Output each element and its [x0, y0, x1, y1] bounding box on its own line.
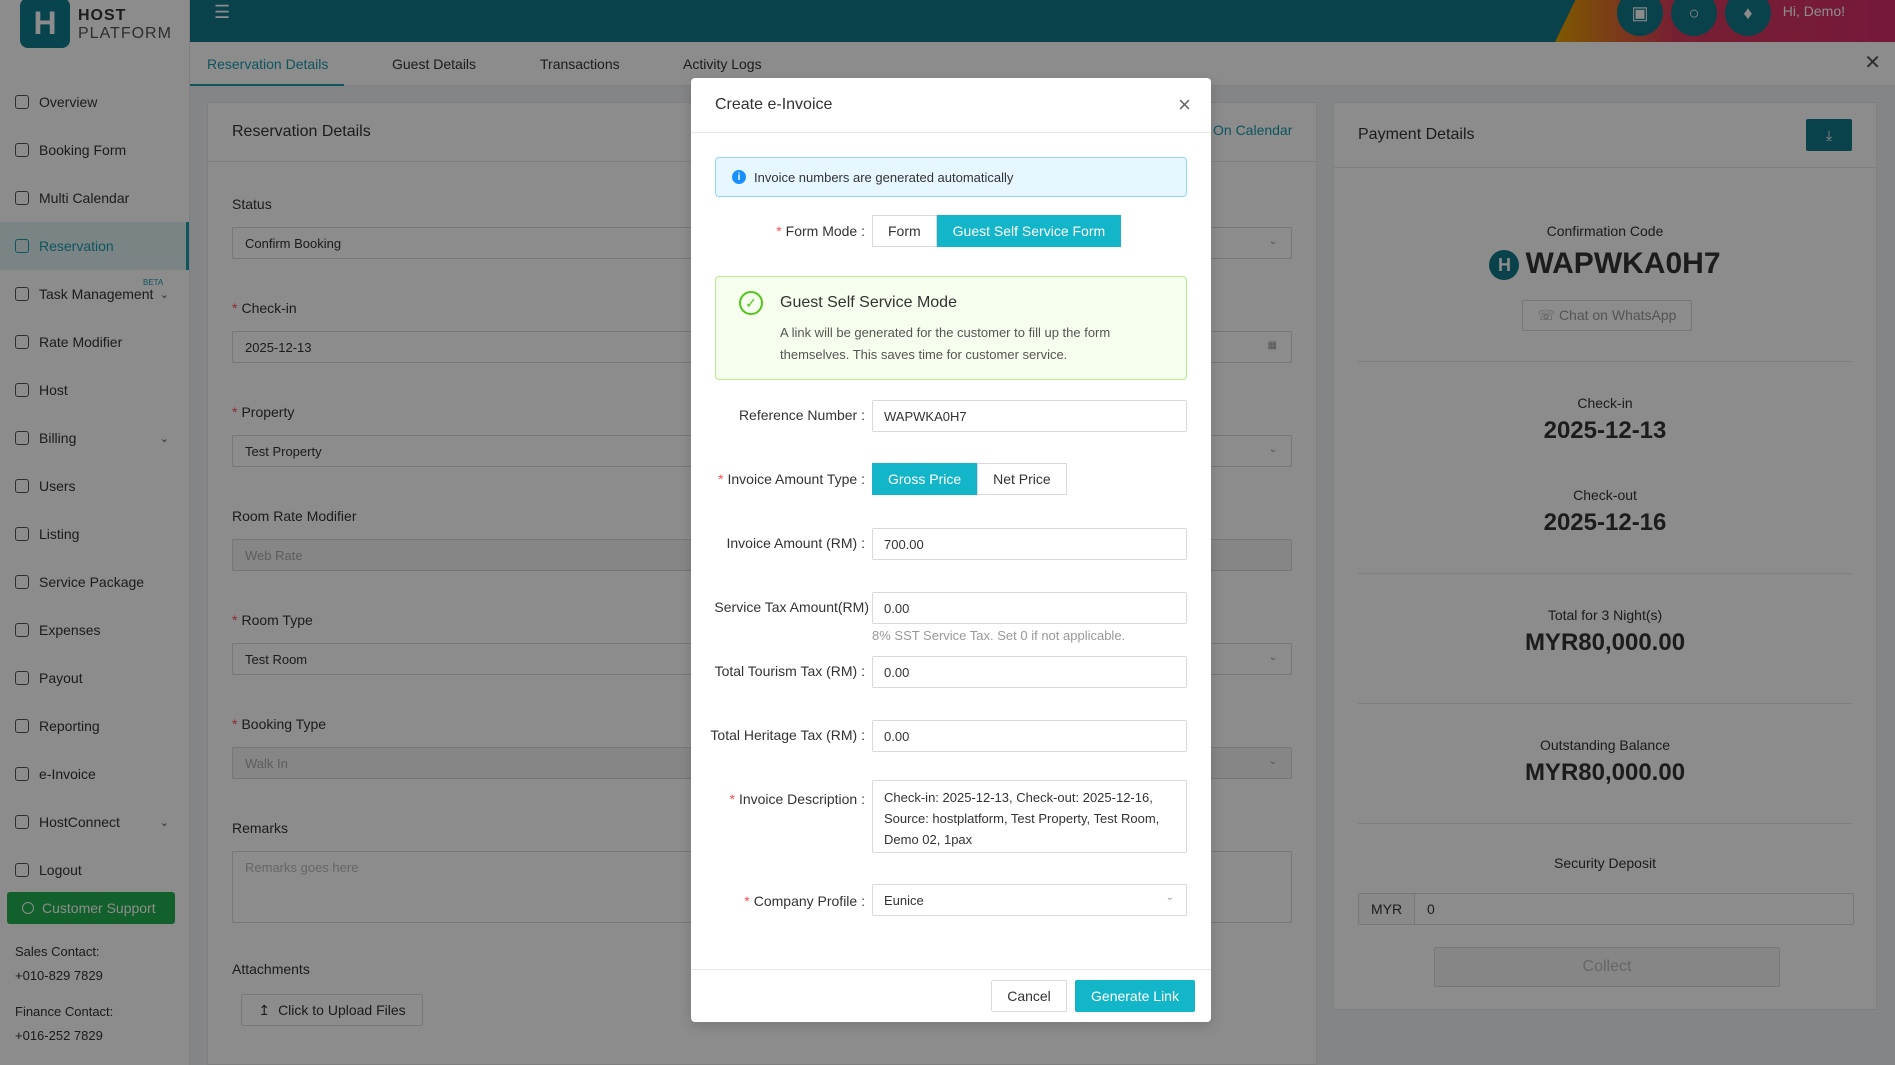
invoice-amount-label: Invoice Amount (RM) : [726, 535, 866, 551]
form-mode-label-text: Form Mode [785, 223, 858, 239]
reference-number-input[interactable]: WAPWKA0H7 [872, 400, 1187, 432]
tourism-tax-label: Total Tourism Tax (RM) : [714, 663, 865, 679]
create-e-invoice-modal: Create e-Invoice × i Invoice numbers are… [691, 78, 1211, 1022]
form-mode-toggle: Form Guest Self Service Form [872, 215, 1122, 247]
generate-link-button[interactable]: Generate Link [1075, 980, 1195, 1012]
check-circle-icon: ✓ [739, 291, 763, 315]
heritage-tax-label-text: Total Heritage Tax (RM) [710, 727, 858, 743]
form-mode-option-guest-self-service[interactable]: Guest Self Service Form [936, 215, 1122, 247]
tourism-tax-input[interactable]: 0.00 [872, 656, 1187, 688]
modal-title: Create e-Invoice [715, 96, 833, 113]
company-profile-value: Eunice [884, 893, 924, 908]
amount-type-net-price[interactable]: Net Price [977, 463, 1067, 495]
heritage-tax-label: Total Heritage Tax (RM) : [710, 727, 865, 743]
service-tax-hint: 8% SST Service Tax. Set 0 if not applica… [872, 628, 1126, 643]
amount-type-gross-price[interactable]: Gross Price [872, 463, 978, 495]
invoice-description-textarea[interactable]: Check-in: 2025-12-13, Check-out: 2025-12… [872, 780, 1187, 853]
form-mode-option-form[interactable]: Form [872, 215, 937, 247]
invoice-amount-input[interactable]: 700.00 [872, 528, 1187, 560]
required-mark: * [744, 893, 750, 909]
invoice-description-label: * Invoice Description : [729, 791, 865, 807]
company-profile-label-text: Company Profile [753, 893, 858, 909]
heritage-tax-input[interactable]: 0.00 [872, 720, 1187, 752]
guest-self-service-description: A link will be generated for the custome… [780, 325, 1111, 362]
reference-number-label: Reference Number : [738, 407, 865, 423]
chevron-down-icon: ⌄ [1165, 892, 1174, 903]
invoice-amount-type-label-text: Invoice Amount Type [727, 471, 858, 487]
info-alert-text: Invoice numbers are generated automatica… [754, 169, 1014, 185]
info-icon: i [732, 170, 746, 184]
required-mark: * [718, 471, 724, 487]
cancel-button[interactable]: Cancel [991, 980, 1067, 1012]
modal-header: Create e-Invoice × [691, 78, 1211, 133]
form-mode-label: * Form Mode : [776, 223, 865, 239]
company-profile-select[interactable]: Eunice ⌄ [872, 884, 1187, 916]
invoice-description-label-text: Invoice Description [738, 791, 858, 807]
tourism-tax-label-text: Total Tourism Tax (RM) [714, 663, 858, 679]
service-tax-label: Service Tax Amount(RM) [714, 599, 869, 615]
guest-self-service-title: Guest Self Service Mode [780, 294, 957, 311]
invoice-amount-label-text: Invoice Amount (RM) [726, 535, 858, 551]
invoice-amount-type-label: * Invoice Amount Type : [718, 471, 865, 487]
guest-self-service-alert: ✓ Guest Self Service Mode A link will be… [715, 276, 1187, 380]
required-mark: * [776, 223, 782, 239]
close-icon[interactable]: × [1178, 92, 1191, 118]
company-profile-label: * Company Profile : [744, 893, 865, 909]
service-tax-label-text: Service Tax Amount(RM) [714, 599, 869, 615]
required-mark: * [729, 791, 735, 807]
modal-footer: Cancel Generate Link [691, 969, 1211, 1022]
service-tax-input[interactable]: 0.00 [872, 592, 1187, 624]
info-alert: i Invoice numbers are generated automati… [715, 157, 1187, 197]
reference-number-label-text: Reference Number [738, 407, 858, 423]
invoice-amount-type-toggle: Gross Price Net Price [872, 463, 1067, 495]
